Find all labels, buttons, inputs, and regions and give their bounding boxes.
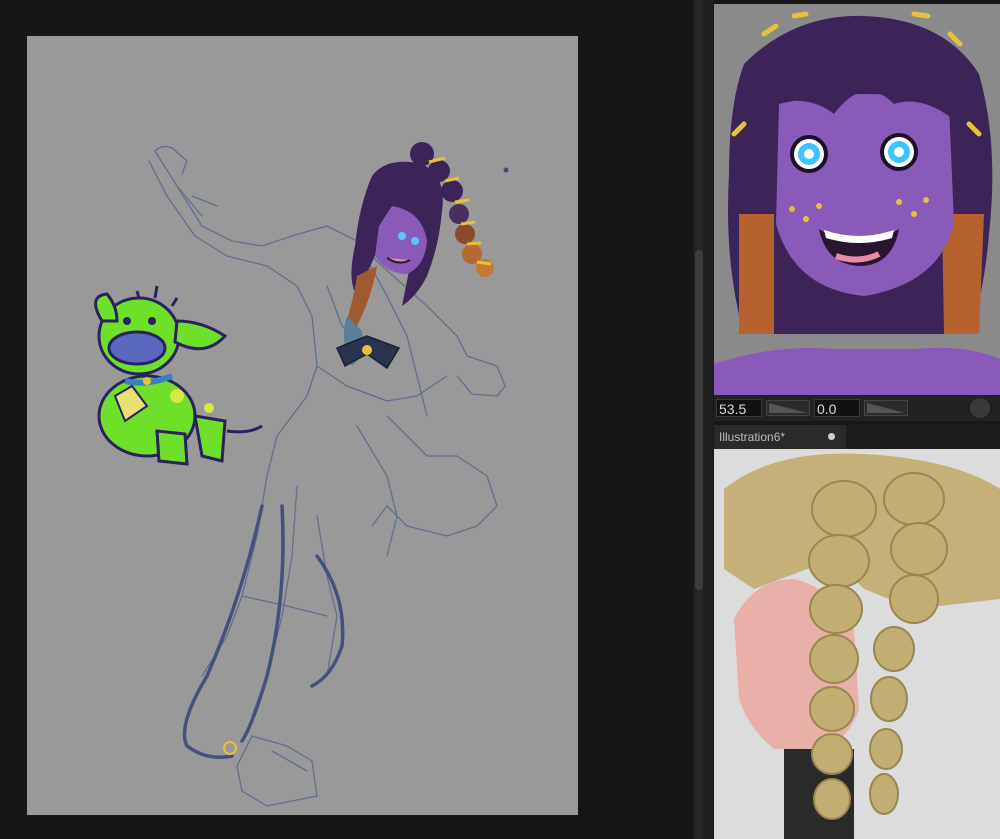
reference-controls-bar: 53.5 0.0 <box>714 395 1000 421</box>
reference-image-face <box>714 4 1000 395</box>
rotation-angle-field[interactable]: 0.0 <box>814 399 860 417</box>
zoom-size-slider[interactable] <box>766 400 810 416</box>
drawing-workspace <box>0 0 693 839</box>
document-tab-bar: Illustration6* <box>714 425 1000 449</box>
zoom-size-field[interactable]: 53.5 <box>716 399 762 417</box>
reset-view-button[interactable] <box>970 398 990 418</box>
unsaved-dot-icon[interactable] <box>828 433 835 440</box>
reference-image-hairstyle <box>714 449 1000 839</box>
drawing-canvas[interactable] <box>27 36 578 815</box>
artwork-sketch <box>94 142 509 807</box>
braid-photo-image <box>714 449 1000 839</box>
rotation-angle-slider[interactable] <box>864 400 908 416</box>
tab-illustration6[interactable]: Illustration6* <box>714 425 846 449</box>
vertical-scrollbar-thumb[interactable] <box>695 250 703 590</box>
face-closeup-image <box>714 4 1000 395</box>
